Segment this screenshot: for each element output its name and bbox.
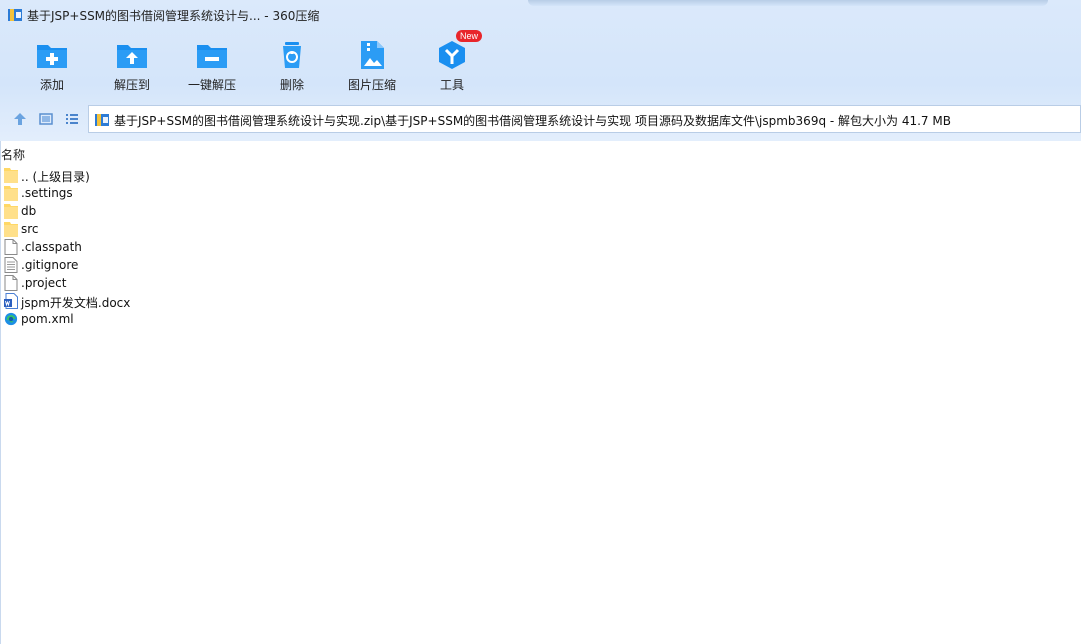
address-path: 基于JSP+SSM的图书借阅管理系统设计与实现.zip\基于JSP+SSM的图书… — [114, 114, 951, 128]
add-button[interactable]: 添加 — [12, 36, 92, 96]
image-compress-button[interactable]: 图片压缩 — [332, 36, 412, 96]
list-item[interactable]: .project — [0, 274, 400, 292]
file-icon — [4, 239, 18, 255]
new-badge: New — [456, 30, 483, 42]
extract-to-button[interactable]: 解压到 — [92, 36, 172, 96]
tools-button[interactable]: New 工具 — [412, 30, 492, 96]
list-item[interactable]: .. (上级目录) — [0, 166, 400, 184]
address-bar[interactable]: 基于JSP+SSM的图书借阅管理系统设计与实现.zip\基于JSP+SSM的图书… — [88, 105, 1081, 133]
title-bar: 基于JSP+SSM的图书借阅管理系统设计与... - 360压缩 — [0, 0, 1081, 30]
list-view-icon[interactable] — [64, 111, 80, 127]
archive-icon — [95, 114, 109, 126]
delete-label: 删除 — [279, 78, 304, 92]
extract-to-icon — [117, 45, 147, 68]
one-click-extract-icon — [197, 45, 227, 68]
up-arrow-icon[interactable] — [12, 111, 28, 127]
image-compress-label: 图片压缩 — [347, 78, 396, 92]
folder-icon — [4, 222, 18, 237]
folder-icon — [4, 204, 18, 219]
item-name: .gitignore — [21, 258, 79, 272]
folder-icon — [4, 168, 18, 183]
image-compress-icon — [361, 41, 384, 69]
item-name: src — [21, 222, 39, 236]
edge-browser-icon — [4, 312, 18, 326]
toolbar: 添加 解压到 一键解压 删除 图片压缩 New 工具 — [0, 30, 1081, 98]
delete-button[interactable]: 删除 — [252, 36, 332, 96]
item-name: jspm开发文档.docx — [21, 296, 131, 310]
thumbnail-view-icon[interactable] — [38, 111, 54, 127]
text-file-icon — [4, 257, 18, 273]
item-name: db — [21, 204, 37, 218]
delete-icon — [283, 42, 301, 68]
item-name: .classpath — [21, 240, 82, 254]
add-label: 添加 — [39, 78, 64, 92]
item-name: .project — [21, 276, 67, 290]
item-name: pom.xml — [21, 312, 74, 326]
list-item[interactable]: .gitignore — [0, 256, 400, 274]
file-icon — [4, 275, 18, 291]
tools-label: 工具 — [439, 78, 464, 92]
word-document-icon — [4, 293, 18, 309]
list-item[interactable]: pom.xml — [0, 310, 400, 328]
app-archive-icon — [8, 9, 22, 21]
window-title: 基于JSP+SSM的图书借阅管理系统设计与... - 360压缩 — [27, 9, 320, 23]
column-header-name[interactable]: 名称 — [1, 146, 25, 163]
item-name: .. (上级目录) — [21, 170, 90, 184]
item-name: .settings — [21, 186, 73, 200]
extract-to-label: 解压到 — [113, 78, 150, 92]
tools-icon — [439, 41, 465, 69]
list-item[interactable]: .settings — [0, 184, 400, 202]
one-click-extract-button[interactable]: 一键解压 — [172, 36, 252, 96]
list-item[interactable]: db — [0, 202, 400, 220]
list-item[interactable]: src — [0, 220, 400, 238]
file-list: .. (上级目录) .settings db src .classpath .g… — [0, 166, 400, 328]
add-folder-icon — [37, 45, 67, 68]
top-bar: 基于JSP+SSM的图书借阅管理系统设计与... - 360压缩 添加 解压到 — [0, 0, 1081, 141]
list-item[interactable]: jspm开发文档.docx — [0, 292, 400, 310]
folder-icon — [4, 186, 18, 201]
navigation-bar: 基于JSP+SSM的图书借阅管理系统设计与实现.zip\基于JSP+SSM的图书… — [0, 105, 1081, 133]
one-click-extract-label: 一键解压 — [187, 78, 236, 92]
list-item[interactable]: .classpath — [0, 238, 400, 256]
